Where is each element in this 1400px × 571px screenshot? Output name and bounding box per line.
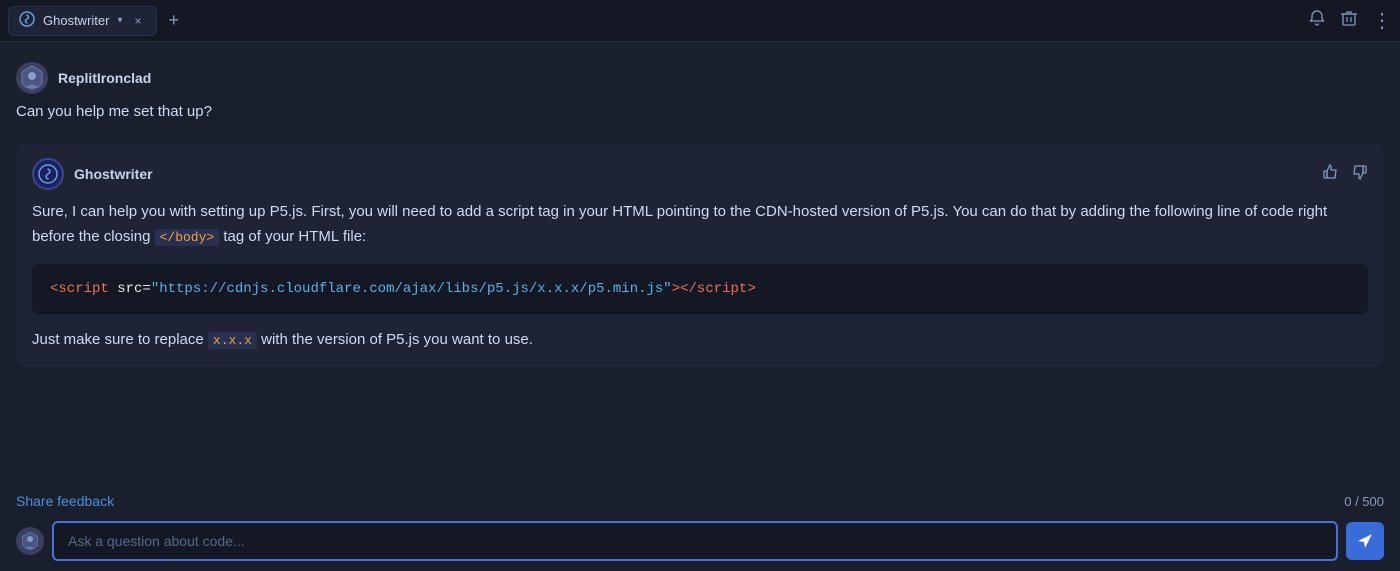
footer: Share feedback 0 / 500 (0, 493, 1400, 513)
share-feedback-link[interactable]: Share feedback (16, 493, 114, 509)
ai-message-body: Sure, I can help you with setting up P5.… (32, 200, 1368, 353)
user-name: ReplitIronclad (58, 70, 151, 86)
ai-header-left: Ghostwriter (32, 158, 153, 190)
thumbs-up-icon[interactable] (1322, 163, 1340, 186)
ai-text-after-inline: tag of your HTML file: (223, 228, 366, 245)
more-options-icon[interactable]: ⋮ (1372, 11, 1392, 31)
tab-label: Ghostwriter (43, 13, 109, 28)
inline-body-tag: </body> (155, 229, 220, 246)
new-tab-button[interactable]: + (163, 8, 186, 33)
tab-chevron-icon: ▾ (117, 15, 122, 26)
tab-close-button[interactable]: × (131, 12, 146, 30)
thumbs-down-icon[interactable] (1350, 163, 1368, 186)
send-button[interactable] (1346, 522, 1384, 560)
code-script-open: <script (50, 281, 109, 297)
user-message-header: ReplitIronclad (16, 62, 1384, 94)
code-attr: src= (109, 281, 151, 297)
inline-version-tag: x.x.x (208, 332, 257, 349)
tab-bar-actions: ⋮ (1308, 9, 1392, 32)
user-message-text: Can you help me set that up? (16, 100, 1384, 124)
ai-name: Ghostwriter (74, 166, 153, 182)
tab-bar: Ghostwriter ▾ × + ⋮ (0, 0, 1400, 42)
code-str: "https://cdnjs.cloudflare.com/ajax/libs/… (151, 281, 672, 297)
code-block: <script src="https://cdnjs.cloudflare.co… (32, 264, 1368, 314)
input-area (0, 513, 1400, 571)
ai-message-header: Ghostwriter (32, 158, 1368, 190)
ghostwriter-avatar (32, 158, 64, 190)
ghostwriter-tab[interactable]: Ghostwriter ▾ × (8, 6, 157, 36)
main-content: ReplitIronclad Can you help me set that … (0, 42, 1400, 571)
input-user-avatar (16, 527, 44, 555)
trash-icon[interactable] (1340, 9, 1358, 32)
ai-text-after-code-1: Just make sure to replace (32, 331, 204, 348)
ai-message: Ghostwriter (16, 144, 1384, 367)
chat-area: ReplitIronclad Can you help me set that … (0, 42, 1400, 493)
user-avatar (16, 62, 48, 94)
chat-input[interactable] (52, 521, 1338, 561)
char-count: 0 / 500 (1344, 494, 1384, 509)
tab-icon (19, 11, 35, 30)
notifications-icon[interactable] (1308, 9, 1326, 32)
user-message: ReplitIronclad Can you help me set that … (16, 54, 1384, 144)
ai-text-after-code-2: with the version of P5.js you want to us… (261, 331, 533, 348)
code-script-close: ></script> (672, 281, 756, 297)
ai-message-actions (1322, 163, 1368, 186)
